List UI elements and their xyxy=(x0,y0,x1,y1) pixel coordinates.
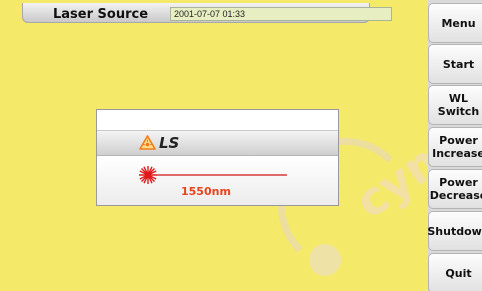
laser-warning-icon xyxy=(139,135,156,150)
app-title: Laser Source xyxy=(53,7,149,22)
panel-body: 1550nm xyxy=(97,157,338,205)
quit-button-label: Quit xyxy=(445,266,472,280)
wl-switch-button-label: WL Switch xyxy=(437,92,480,118)
laser-beam-line xyxy=(157,174,287,176)
panel-header: LS xyxy=(97,131,338,156)
screen: cym Laser Source 2001-07-07 01:33 Menu S… xyxy=(0,0,482,291)
laser-status-panel: LS 1550nm xyxy=(96,109,339,206)
start-button-label: Start xyxy=(442,57,475,71)
power-decrease-button[interactable]: Power Decrease xyxy=(428,169,482,209)
panel-top-strip xyxy=(97,110,338,131)
menu-button[interactable]: Menu xyxy=(428,3,482,43)
laser-emission-icon xyxy=(139,166,157,184)
wl-switch-button[interactable]: WL Switch xyxy=(428,85,482,125)
menu-button-label: Menu xyxy=(441,16,476,30)
shutdown-button-label: Shutdown xyxy=(427,224,482,238)
power-decrease-button-label: Power Decrease xyxy=(429,176,482,202)
quit-button[interactable]: Quit xyxy=(428,253,482,291)
shutdown-button[interactable]: Shutdown xyxy=(427,211,482,251)
source-label: LS xyxy=(159,134,180,152)
wavelength-value: 1550nm xyxy=(181,185,231,198)
datetime-display: 2001-07-07 01:33 xyxy=(170,7,392,21)
power-increase-button-label: Power Increase xyxy=(432,134,482,160)
power-increase-button[interactable]: Power Increase xyxy=(428,127,482,167)
start-button[interactable]: Start xyxy=(428,44,482,84)
title-bar: Laser Source 2001-07-07 01:33 xyxy=(22,3,392,23)
